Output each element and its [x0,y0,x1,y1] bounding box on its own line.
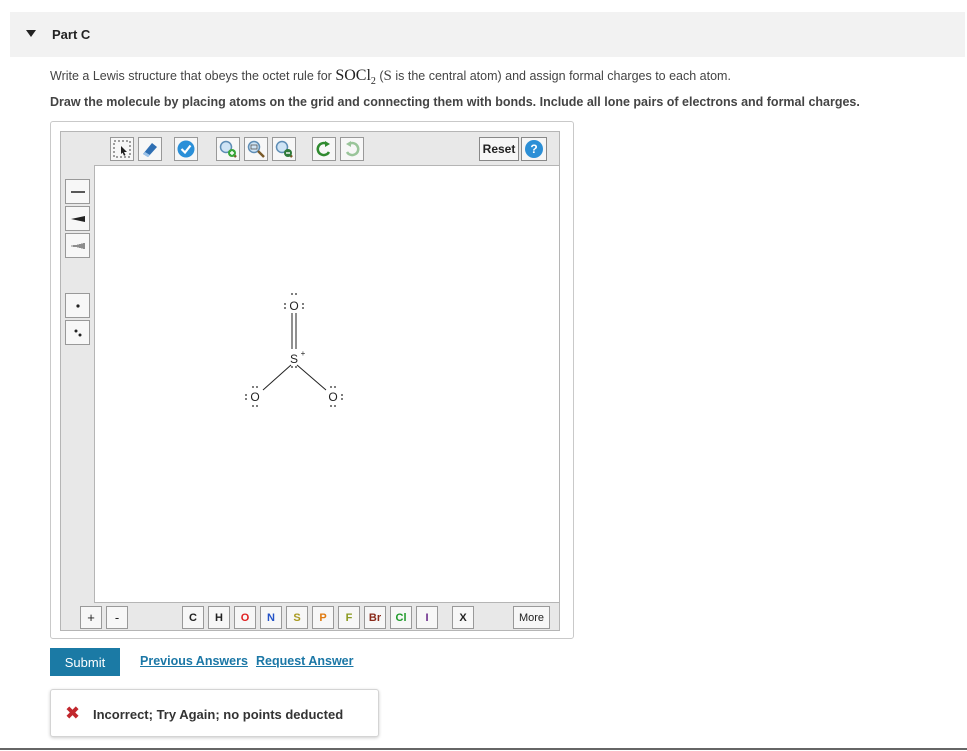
atom-left-oxygen[interactable]: O [250,390,259,404]
atom-button-h[interactable]: H [208,606,230,629]
atom-button-br[interactable]: Br [364,606,386,629]
redo-button[interactable] [340,137,364,161]
atom-sulfur[interactable]: S [290,352,298,366]
question-middle: ( [375,69,384,83]
eraser-icon [143,143,157,157]
hash-bond-icon [71,242,84,249]
select-tool-button[interactable] [110,137,134,161]
electron-pair-icon [74,329,81,336]
atom-button-o[interactable]: O [234,606,256,629]
zoom-fit-button[interactable] [244,137,268,161]
submit-button[interactable]: Submit [50,648,120,676]
atom-top-oxygen[interactable]: O [289,299,298,313]
question-text: Write a Lewis structure that obeys the o… [50,67,731,87]
bottom-divider [0,748,967,750]
atom-button-x[interactable]: X [452,606,474,629]
lone-electron-button[interactable] [65,293,90,318]
atom-button-p[interactable]: P [312,606,334,629]
redo-icon [345,141,360,157]
wedge-bond-icon [70,215,85,222]
atom-button-i[interactable]: I [416,606,438,629]
central-atom-symbol: S [383,68,392,84]
top-toolbar: Reset ? [61,132,559,165]
part-header[interactable]: Part C [10,12,965,57]
atom-right-oxygen[interactable]: O [328,390,337,404]
minus-charge-button[interactable]: - [106,606,128,629]
part-title: Part C [52,27,91,42]
more-atoms-button[interactable]: More [513,606,550,629]
editor-frame: Reset ? O S + O O + - C H O N S P F Br C… [60,131,560,631]
single-bond-right [296,364,327,391]
instruction-text: Draw the molecule by placing atoms on th… [50,95,860,109]
undo-icon [316,141,331,157]
single-bond-left [262,364,292,391]
plus-charge-button[interactable]: + [80,606,102,629]
feedback-message: Incorrect; Try Again; no points deducted [93,707,344,722]
check-button[interactable] [174,137,198,161]
chemical-formula: SOCl2 [335,67,376,88]
incorrect-x-icon: ✖ [65,703,81,723]
molecule-drawing: O S + O O [245,293,343,407]
atom-button-f[interactable]: F [338,606,360,629]
undo-button[interactable] [312,137,336,161]
single-bond-icon [70,190,85,193]
left-toolbar [61,165,94,605]
molecule-editor: Reset ? O S + O O + - C H O N S P F Br C… [50,121,574,639]
eraser-button[interactable] [138,137,162,161]
wedge-bond-button[interactable] [65,206,90,231]
atom-button-n[interactable]: N [260,606,282,629]
help-icon: ? [525,140,543,158]
zoom-fit-icon [247,140,265,158]
zoom-in-icon [219,140,237,158]
hash-bond-button[interactable] [65,233,90,258]
formal-charge-sulfur: + [301,349,306,358]
lone-pair-sulfur [291,366,297,368]
collapse-caret-icon[interactable] [26,30,36,37]
previous-answers-link[interactable]: Previous Answers [140,654,248,668]
request-answer-link[interactable]: Request Answer [256,654,353,668]
question-prefix: Write a Lewis structure that obeys the o… [50,69,336,83]
zoom-in-button[interactable] [216,137,240,161]
question-suffix: is the central atom) and assign formal c… [391,69,731,83]
help-button[interactable]: ? [521,137,547,161]
zoom-out-icon [275,140,293,158]
single-bond-button[interactable] [65,179,90,204]
zoom-out-button[interactable] [272,137,296,161]
feedback-box: ✖ Incorrect; Try Again; no points deduct… [50,689,379,737]
drawing-canvas[interactable]: O S + O O [94,165,559,603]
atom-button-c[interactable]: C [182,606,204,629]
lone-pair-button[interactable] [65,320,90,345]
bottom-toolbar: + - C H O N S P F Br Cl I X More [61,603,559,630]
atom-button-cl[interactable]: Cl [390,606,412,629]
atom-button-s[interactable]: S [286,606,308,629]
single-electron-icon [75,303,80,308]
reset-button[interactable]: Reset [479,137,519,161]
checkmark-icon [177,140,195,158]
select-marquee-icon [113,140,131,158]
